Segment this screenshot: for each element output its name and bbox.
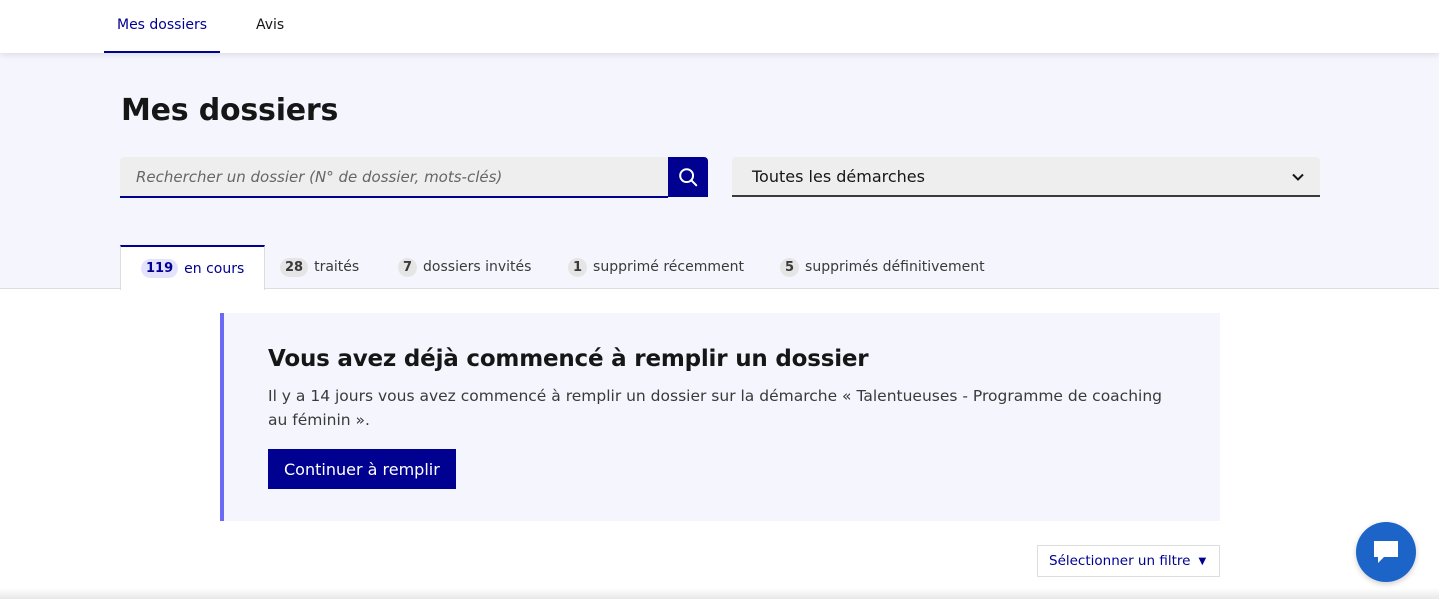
tab-label: dossiers invités (423, 259, 532, 275)
caret-down-icon: ▼ (1198, 555, 1207, 567)
top-navigation: Mes dossiers Avis (0, 0, 1439, 53)
nav-item-mes-dossiers[interactable]: Mes dossiers (104, 0, 220, 53)
chevron-down-icon (1292, 173, 1304, 181)
notice-text: Il y a 14 jours vous avez commencé à rem… (268, 387, 1162, 429)
bottom-edge-shadow (0, 588, 1439, 599)
tab-count-badge: 5 (780, 257, 800, 277)
filter-label: Sélectionner un filtre (1049, 553, 1191, 569)
tab-label: traités (314, 259, 360, 275)
tab-count-badge: 1 (568, 257, 588, 277)
select-filter-button[interactable]: Sélectionner un filtre ▼ (1037, 545, 1220, 577)
chat-bubble-icon (1374, 541, 1398, 563)
tab-supprimes-definitivement[interactable]: 5 supprimés définitivement (780, 245, 985, 289)
header-band: Mes dossiers Toutes les démarches 119 en… (0, 53, 1439, 290)
continue-filling-button[interactable]: Continuer à remplir (268, 449, 456, 489)
nav-item-avis[interactable]: Avis (256, 0, 284, 53)
search-icon (679, 168, 698, 187)
demarche-select[interactable]: Toutes les démarches (732, 157, 1320, 197)
tab-label: supprimés définitivement (805, 259, 985, 275)
tab-label: supprimé récemment (593, 259, 744, 275)
tab-count-badge: 119 (141, 259, 179, 278)
tab-traites[interactable]: 28 traités (280, 245, 359, 289)
tab-count-badge: 7 (398, 257, 418, 277)
search-input[interactable] (120, 157, 668, 198)
page-title: Mes dossiers (121, 93, 339, 128)
draft-notice-card: Vous avez déjà commencé à remplir un dos… (220, 313, 1220, 521)
tab-supprime-recemment[interactable]: 1 supprimé récemment (568, 245, 744, 289)
tab-label: en cours (184, 260, 245, 277)
search-button[interactable] (668, 157, 708, 197)
tab-count-badge: 28 (280, 257, 309, 277)
demarche-select-value: Toutes les démarches (752, 166, 925, 186)
tab-en-cours[interactable]: 119 en cours (120, 245, 266, 290)
tab-dossiers-invites[interactable]: 7 dossiers invités (398, 245, 531, 289)
notice-title: Vous avez déjà commencé à remplir un dos… (268, 346, 869, 372)
chat-button[interactable] (1356, 522, 1416, 582)
